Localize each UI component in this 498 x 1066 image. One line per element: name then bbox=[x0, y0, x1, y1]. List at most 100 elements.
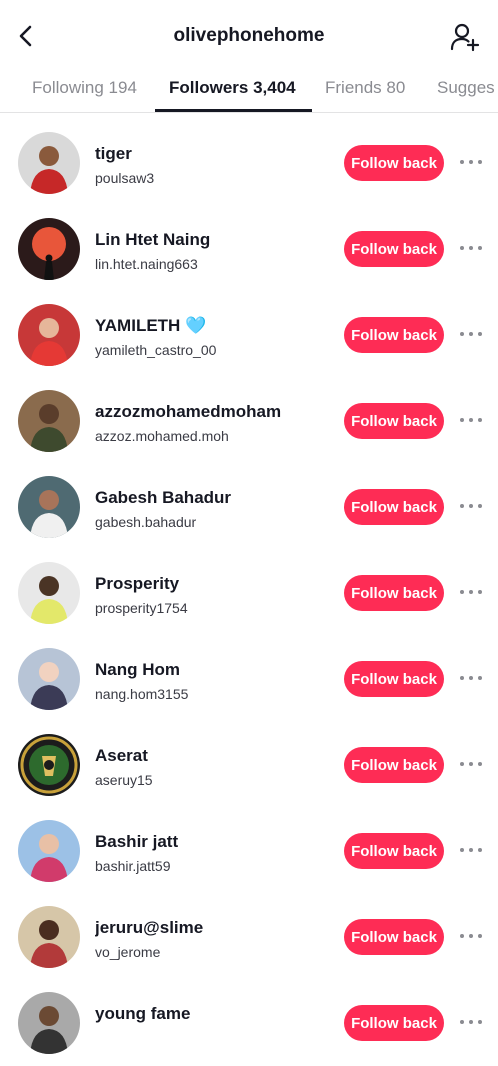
follower-name[interactable]: azzozmohamedmoham bbox=[95, 402, 281, 422]
follower-name[interactable]: Gabesh Bahadur bbox=[95, 488, 231, 508]
dot bbox=[478, 246, 482, 250]
avatar[interactable] bbox=[18, 218, 80, 280]
follow-back-button[interactable]: Follow back bbox=[344, 489, 444, 525]
dot bbox=[478, 590, 482, 594]
dot bbox=[469, 934, 473, 938]
follower-name[interactable]: young fame bbox=[95, 1004, 190, 1024]
top-bar: olivephonehome bbox=[0, 0, 498, 72]
more-options-icon[interactable] bbox=[460, 584, 482, 600]
follower-handle: azzoz.mohamed.moh bbox=[95, 428, 229, 444]
follower-name-text: YAMILETH bbox=[95, 316, 181, 335]
dot bbox=[460, 160, 464, 164]
follower-handle: poulsaw3 bbox=[95, 170, 155, 186]
more-options-icon[interactable] bbox=[460, 240, 482, 256]
tab-suggested[interactable]: Sugges bbox=[437, 78, 495, 98]
follower-name-text: tiger bbox=[95, 144, 132, 163]
follower-handle: prosperity1754 bbox=[95, 600, 188, 616]
avatar[interactable] bbox=[18, 992, 80, 1054]
avatar[interactable] bbox=[18, 476, 80, 538]
dot bbox=[469, 160, 473, 164]
follower-name-text: Prosperity bbox=[95, 574, 180, 593]
dot bbox=[460, 848, 464, 852]
dot bbox=[469, 332, 473, 336]
more-options-icon[interactable] bbox=[460, 928, 482, 944]
follower-name[interactable]: jeruru@slime bbox=[95, 918, 203, 938]
follower-row[interactable]: Nang Hom nang.hom3155 Follow back bbox=[0, 636, 498, 722]
follower-handle: nang.hom3155 bbox=[95, 686, 189, 702]
dot bbox=[460, 676, 464, 680]
follow-back-button[interactable]: Follow back bbox=[344, 747, 444, 783]
follower-name-text: Nang Hom bbox=[95, 660, 180, 679]
follower-row[interactable]: Gabesh Bahadur gabesh.bahadur Follow back bbox=[0, 464, 498, 550]
follower-name[interactable]: Bashir jatt bbox=[95, 832, 178, 852]
follower-name[interactable]: Lin Htet Naing bbox=[95, 230, 210, 250]
heart-emoji-icon: 🩵 bbox=[185, 316, 207, 335]
follower-name[interactable]: tiger bbox=[95, 144, 132, 164]
dot bbox=[478, 418, 482, 422]
avatar[interactable] bbox=[18, 906, 80, 968]
avatar[interactable] bbox=[18, 820, 80, 882]
more-options-icon[interactable] bbox=[460, 1014, 482, 1030]
dot bbox=[469, 848, 473, 852]
follower-name-text: jeruru@slime bbox=[95, 918, 204, 937]
follower-name[interactable]: Prosperity bbox=[95, 574, 179, 594]
follower-row[interactable]: YAMILETH 🩵 yamileth_castro_00 Follow back bbox=[0, 292, 498, 378]
avatar[interactable] bbox=[18, 648, 80, 710]
follower-name-text: Bashir jatt bbox=[95, 832, 179, 851]
follower-row[interactable]: Bashir jatt bashir.jatt59 Follow back bbox=[0, 808, 498, 894]
follower-name[interactable]: Aserat bbox=[95, 746, 148, 766]
more-options-icon[interactable] bbox=[460, 326, 482, 342]
follower-row[interactable]: Prosperity prosperity1754 Follow back bbox=[0, 550, 498, 636]
follow-back-button[interactable]: Follow back bbox=[344, 1005, 444, 1041]
follower-row[interactable]: Aserat aseruy15 Follow back bbox=[0, 722, 498, 808]
follow-back-button[interactable]: Follow back bbox=[344, 145, 444, 181]
follower-handle: lin.htet.naing663 bbox=[95, 256, 198, 272]
dot bbox=[469, 676, 473, 680]
avatar[interactable] bbox=[18, 304, 80, 366]
more-options-icon[interactable] bbox=[460, 498, 482, 514]
follower-name[interactable]: YAMILETH 🩵 bbox=[95, 316, 207, 336]
follower-row[interactable]: young fame Follow back bbox=[0, 980, 498, 1066]
dot bbox=[460, 332, 464, 336]
follower-row[interactable]: Lin Htet Naing lin.htet.naing663 Follow ba… bbox=[0, 206, 498, 292]
avatar[interactable] bbox=[18, 132, 80, 194]
tab-following[interactable]: Following 194 bbox=[32, 78, 137, 98]
dot bbox=[460, 504, 464, 508]
follow-back-button[interactable]: Follow back bbox=[344, 575, 444, 611]
follow-back-button[interactable]: Follow back bbox=[344, 833, 444, 869]
follow-back-button[interactable]: Follow back bbox=[344, 317, 444, 353]
avatar[interactable] bbox=[18, 390, 80, 452]
dot bbox=[460, 934, 464, 938]
follow-back-button[interactable]: Follow back bbox=[344, 403, 444, 439]
follower-name[interactable]: Nang Hom bbox=[95, 660, 180, 680]
follow-back-button[interactable]: Follow back bbox=[344, 919, 444, 955]
dot bbox=[469, 418, 473, 422]
follower-handle: yamileth_castro_00 bbox=[95, 342, 217, 358]
dot bbox=[460, 762, 464, 766]
follower-handle: gabesh.bahadur bbox=[95, 514, 197, 530]
follower-handle: bashir.jatt59 bbox=[95, 858, 171, 874]
tab-friends[interactable]: Friends 80 bbox=[325, 78, 405, 98]
tab-bar: Following 194 Followers 3,404 Friends 80… bbox=[0, 68, 498, 113]
dot bbox=[460, 590, 464, 594]
avatar[interactable] bbox=[18, 734, 80, 796]
follow-back-button[interactable]: Follow back bbox=[344, 231, 444, 267]
add-user-icon[interactable] bbox=[450, 22, 480, 52]
dot bbox=[469, 762, 473, 766]
dot bbox=[478, 934, 482, 938]
follow-back-button[interactable]: Follow back bbox=[344, 661, 444, 697]
follower-row[interactable]: jeruru@slime vo_jerome Follow back bbox=[0, 894, 498, 980]
active-tab-indicator bbox=[155, 109, 312, 112]
more-options-icon[interactable] bbox=[460, 412, 482, 428]
dot bbox=[469, 1020, 473, 1024]
follower-row[interactable]: azzozmohamedmoham azzoz.mohamed.moh Follow… bbox=[0, 378, 498, 464]
more-options-icon[interactable] bbox=[460, 756, 482, 772]
more-options-icon[interactable] bbox=[460, 842, 482, 858]
page-title: olivephonehome bbox=[173, 25, 325, 46]
more-options-icon[interactable] bbox=[460, 670, 482, 686]
more-options-icon[interactable] bbox=[460, 154, 482, 170]
avatar[interactable] bbox=[18, 562, 80, 624]
tab-followers[interactable]: Followers 3,404 bbox=[169, 78, 296, 98]
follower-row[interactable]: tiger poulsaw3 Follow back bbox=[0, 120, 498, 206]
dot bbox=[478, 332, 482, 336]
